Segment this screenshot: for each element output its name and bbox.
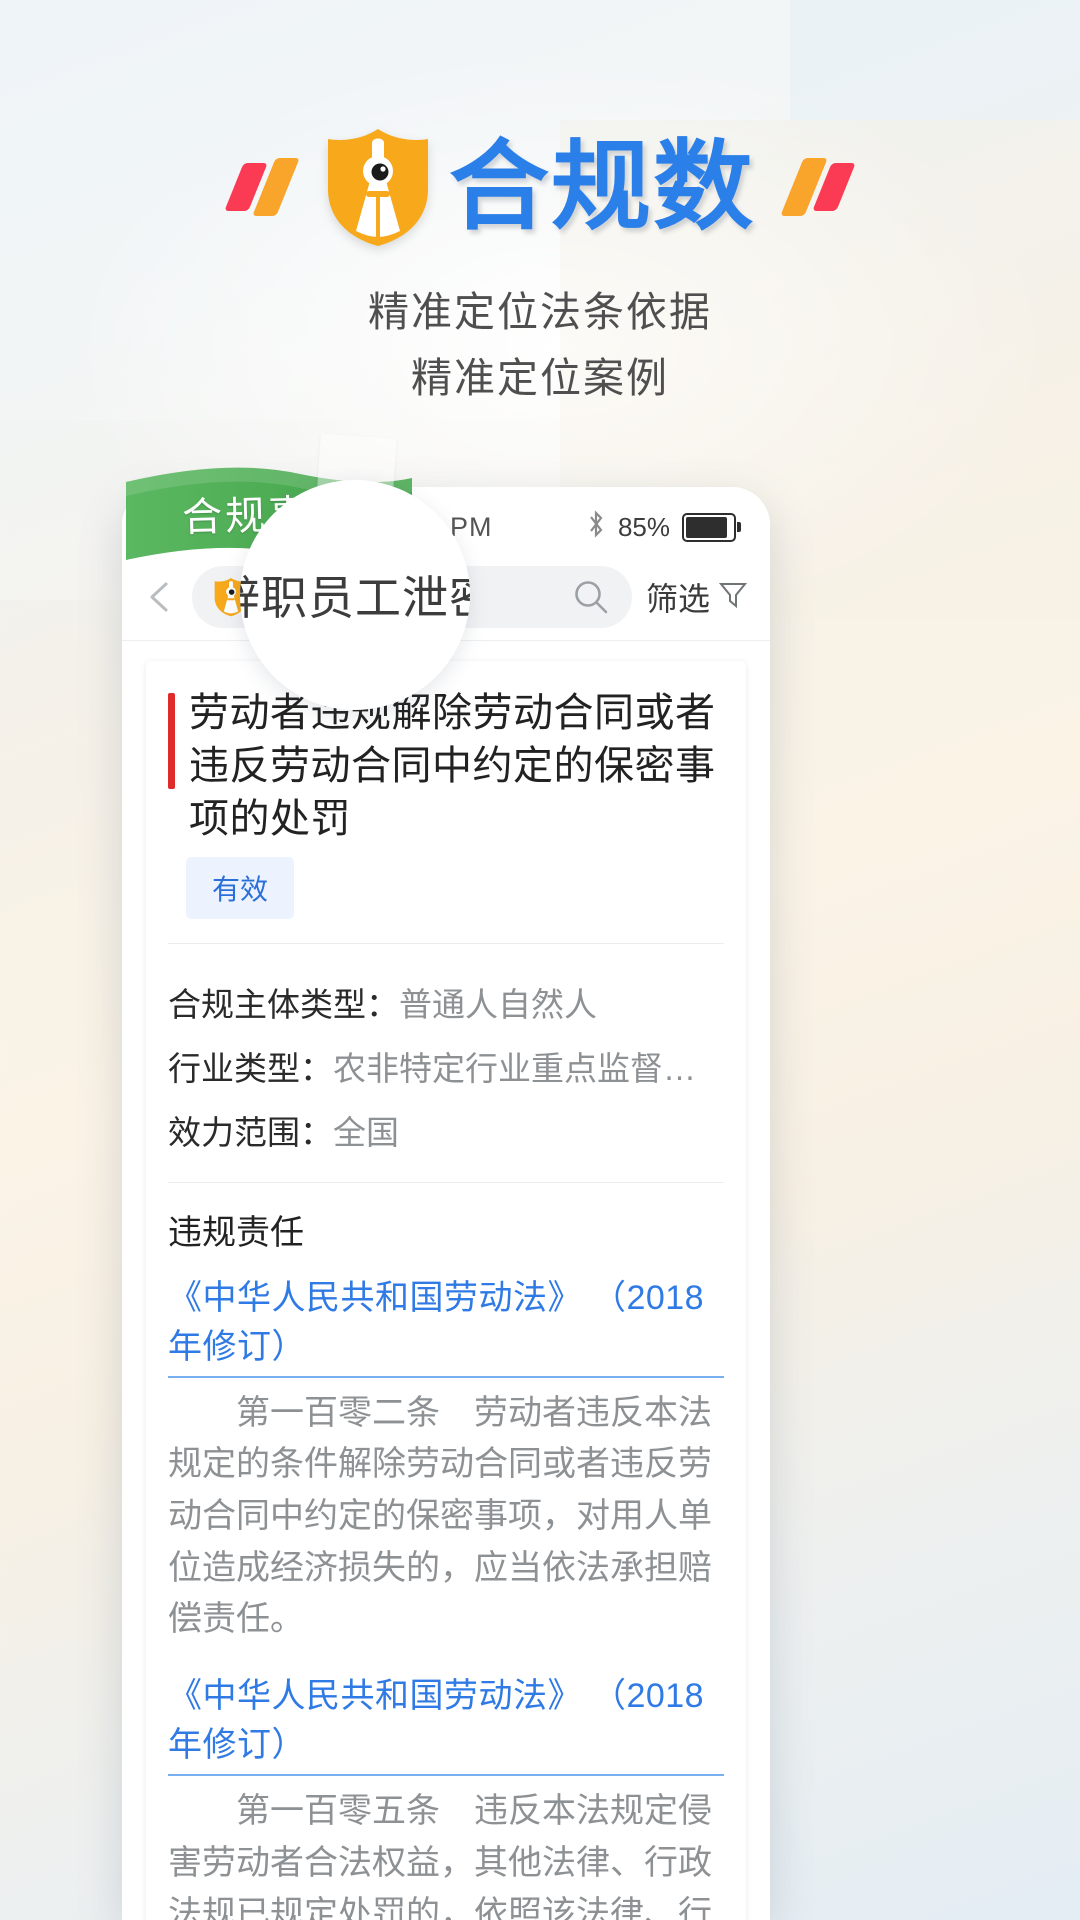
meta-value: 农非特定行业重点监督必选...	[333, 1049, 724, 1087]
law-text: 第一百零二条 劳动者违反本法规定的条件解除劳动合同或者违反劳动合同中约定的保密事…	[168, 1393, 712, 1639]
accent-bar	[168, 693, 175, 789]
funnel-icon	[718, 579, 748, 614]
shield-compass-icon	[326, 127, 430, 247]
status-time: PM	[450, 511, 493, 542]
meta-value: 全国	[333, 1113, 399, 1151]
meta-row: 行业类型： 农非特定行业重点监督必选...	[168, 1042, 724, 1090]
law-text: 第一百零五条 违反本法规定侵害劳动者合法权益，其他法律、行政法规已规定处罚的，依…	[168, 1791, 712, 1920]
status-badge-row: 有效	[146, 853, 746, 943]
card-title-wrap: 劳动者违规解除劳动合同或者违反劳动合同中约定的保密事项的处罚	[146, 661, 746, 853]
status-indicators: 85%	[586, 509, 741, 546]
magnified-search-text: 辞职员工泄密	[240, 572, 470, 624]
meta-value: 普通人自然人	[399, 985, 597, 1023]
filter-label: 筛选	[645, 580, 710, 617]
page-title: 劳动者违规解除劳动合同或者违反劳动合同中约定的保密事项的处罚	[189, 691, 716, 842]
meta-row: 合规主体类型： 普通人自然人	[168, 978, 724, 1026]
meta-list: 合规主体类型： 普通人自然人 行业类型： 农非特定行业重点监督必选... 效力范…	[146, 944, 746, 1182]
meta-key: 行业类型：	[168, 1049, 333, 1087]
magnifier-lens: 辞职员工泄密	[240, 480, 470, 710]
responsibility-section: 违规责任 《中华人民共和国劳动法》 （2018年修订） 第一百零二条 劳动者违反…	[146, 1183, 746, 1920]
law-source-link[interactable]: 《中华人民共和国劳动法》 （2018年修订）	[168, 1270, 724, 1378]
brand-logo-text: 合规数	[448, 130, 756, 244]
phone-mockup: PM 85% 筛选 劳动者违规解除劳动合同或者违反劳动合同中约定的保密事项的处罚…	[122, 487, 770, 1920]
slash-decoration-left	[224, 158, 300, 216]
filter-button[interactable]: 筛选	[646, 574, 748, 620]
phone-screen: PM 85% 筛选 劳动者违规解除劳动合同或者违反劳动合同中约定的保密事项的处罚…	[122, 487, 770, 1920]
brand-logo-row: 合规数	[0, 128, 1080, 246]
status-badge: 有效	[186, 856, 295, 919]
battery-icon	[682, 512, 741, 542]
law-source-link[interactable]: 《中华人民共和国劳动法》 （2018年修订）	[168, 1668, 724, 1776]
meta-row: 效力范围： 全国	[168, 1106, 724, 1154]
tagline-secondary: 精准定位案例	[411, 355, 669, 401]
section-heading: 违规责任	[168, 1213, 304, 1252]
search-icon[interactable]	[572, 578, 610, 616]
slash-decoration-right	[780, 158, 856, 216]
battery-percent-label: 85%	[617, 511, 670, 542]
compliance-card[interactable]: 劳动者违规解除劳动合同或者违反劳动合同中约定的保密事项的处罚 有效 合规主体类型…	[146, 661, 746, 1920]
chevron-left-icon[interactable]	[144, 580, 178, 614]
bluetooth-icon	[586, 509, 606, 546]
meta-key: 效力范围：	[168, 1113, 333, 1151]
meta-key: 合规主体类型：	[168, 985, 399, 1023]
tagline-primary: 精准定位法条依据	[368, 289, 712, 335]
